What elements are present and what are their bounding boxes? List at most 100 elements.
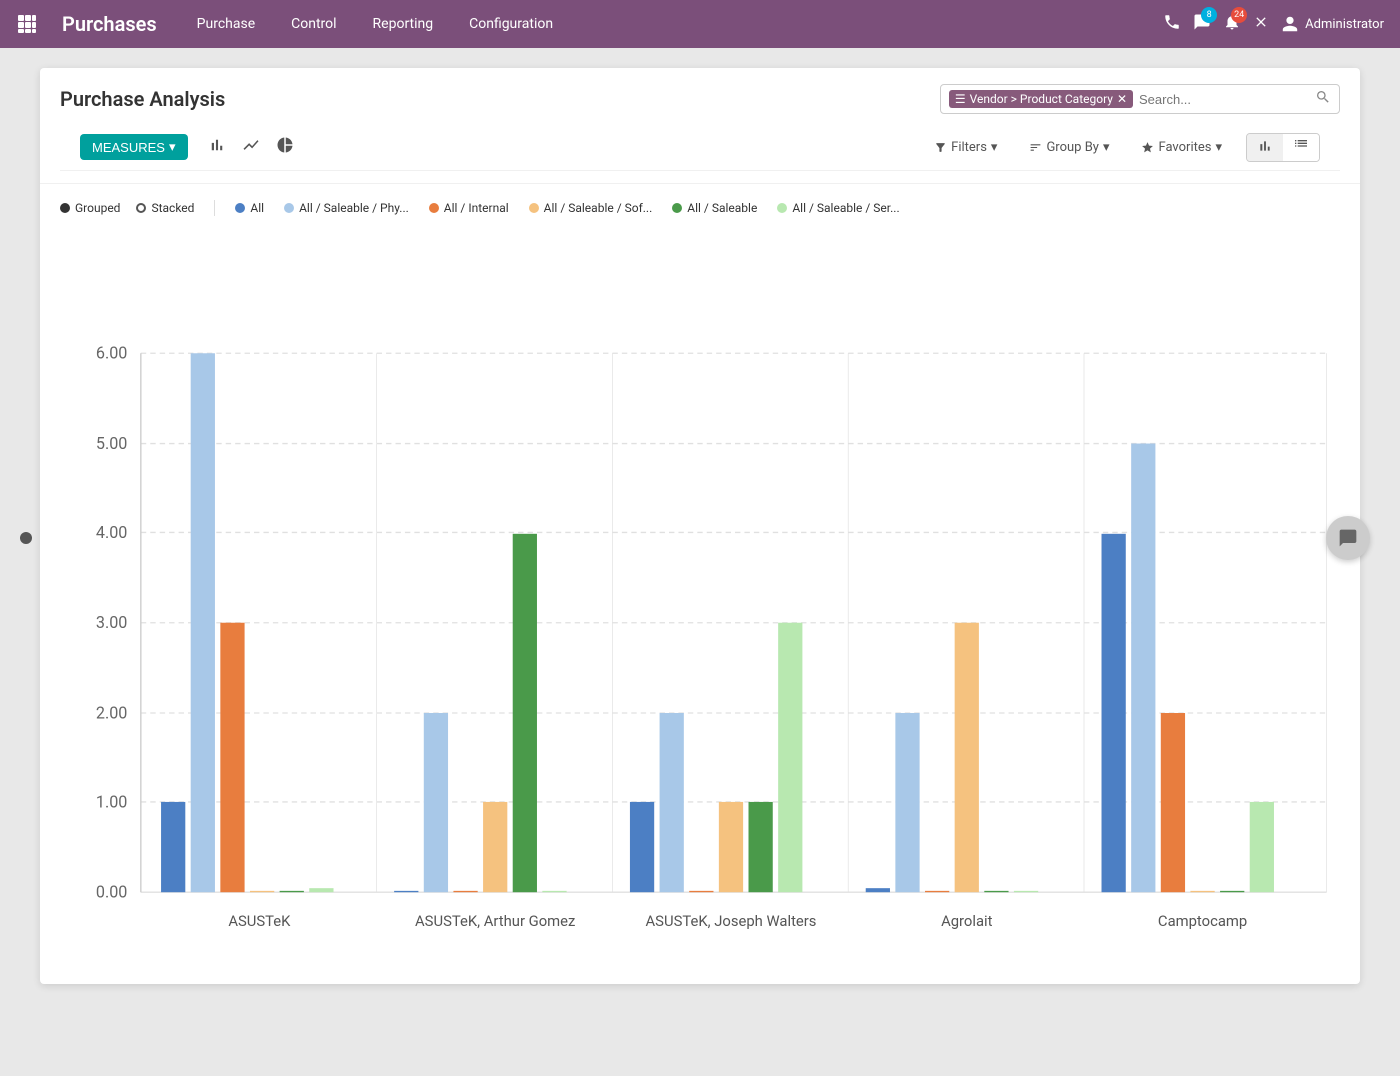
- chart-view-button[interactable]: [1247, 134, 1283, 161]
- legend-saleable-label: All / Saleable: [687, 201, 757, 215]
- bar[interactable]: [1190, 891, 1214, 892]
- bar[interactable]: [719, 802, 743, 892]
- legend-all-label: All: [250, 201, 264, 215]
- phone-icon[interactable]: [1163, 13, 1181, 36]
- bar[interactable]: [191, 353, 215, 892]
- legend-sof-label: All / Saleable / Sof...: [544, 201, 653, 215]
- user-label: Administrator: [1305, 17, 1384, 32]
- alert-icon[interactable]: 24: [1223, 13, 1241, 35]
- group-by-label: Group By: [1046, 140, 1099, 155]
- bar[interactable]: [513, 534, 537, 892]
- line-chart-icon[interactable]: [238, 132, 264, 162]
- measures-button[interactable]: MEASURES ▾: [80, 134, 188, 160]
- bar[interactable]: [309, 888, 333, 892]
- bar[interactable]: [630, 802, 654, 892]
- bar[interactable]: [778, 623, 802, 892]
- page-header: Purchase Analysis ☰ Vendor > Product Cat…: [40, 68, 1360, 184]
- bar[interactable]: [1161, 713, 1185, 892]
- legend-grouped[interactable]: Grouped: [60, 201, 120, 215]
- bar[interactable]: [250, 891, 274, 892]
- legend-all-dot: [235, 203, 245, 213]
- legend-internal-dot: [429, 203, 439, 213]
- bar-chart-icon[interactable]: [204, 132, 230, 162]
- search-filter-tag: ☰ Vendor > Product Category ✕: [949, 90, 1133, 108]
- legend-phy: All / Saleable / Phy...: [284, 201, 409, 215]
- search-submit-icon[interactable]: [1315, 89, 1331, 109]
- user-menu[interactable]: Administrator: [1281, 15, 1384, 33]
- app-title: Purchases: [62, 12, 157, 36]
- favorites-label: Favorites: [1158, 140, 1211, 155]
- list-view-button[interactable]: [1283, 134, 1319, 161]
- search-filter-close[interactable]: ✕: [1117, 92, 1127, 106]
- filters-button[interactable]: Filters ▾: [926, 136, 1005, 159]
- navbar-right: 8 24 Administrator: [1163, 13, 1384, 36]
- bar[interactable]: [749, 802, 773, 892]
- legend-stacked[interactable]: Stacked: [136, 201, 194, 215]
- legend-internal: All / Internal: [429, 201, 509, 215]
- svg-text:1.00: 1.00: [96, 792, 128, 811]
- nav-control[interactable]: Control: [283, 12, 344, 36]
- legend-saleable-dot: [672, 203, 682, 213]
- nav-reporting[interactable]: Reporting: [365, 12, 442, 36]
- bar[interactable]: [689, 891, 713, 892]
- pie-chart-icon[interactable]: [272, 132, 298, 162]
- bar[interactable]: [1220, 891, 1244, 892]
- page-header-top: Purchase Analysis ☰ Vendor > Product Cat…: [60, 84, 1340, 114]
- bar[interactable]: [925, 891, 949, 892]
- legend-saleable: All / Saleable: [672, 201, 757, 215]
- view-toggle: [1246, 133, 1320, 162]
- nav-purchase[interactable]: Purchase: [189, 12, 263, 36]
- legend-internal-label: All / Internal: [444, 201, 509, 215]
- bar[interactable]: [161, 802, 185, 892]
- chart-legend: Grouped Stacked All All / Saleable / Phy…: [60, 200, 1340, 216]
- legend-ser-dot: [777, 203, 787, 213]
- chat-icon[interactable]: 8: [1193, 13, 1211, 35]
- alert-badge: 24: [1231, 7, 1247, 23]
- bar[interactable]: [866, 888, 890, 892]
- search-input[interactable]: [1139, 92, 1315, 107]
- nav-configuration[interactable]: Configuration: [461, 12, 561, 36]
- bar[interactable]: [453, 891, 477, 892]
- legend-sof: All / Saleable / Sof...: [529, 201, 653, 215]
- svg-text:2.00: 2.00: [96, 703, 128, 722]
- close-icon[interactable]: [1253, 14, 1269, 34]
- chart-section: Grouped Stacked All All / Saleable / Phy…: [40, 184, 1360, 984]
- svg-text:Agrolait: Agrolait: [941, 912, 993, 930]
- bar[interactable]: [895, 713, 919, 892]
- search-filter-label: Vendor > Product Category: [970, 92, 1113, 106]
- bar[interactable]: [483, 802, 507, 892]
- svg-text:3.00: 3.00: [96, 613, 128, 632]
- side-dot: [20, 532, 32, 544]
- svg-text:ASUSTeK, Arthur Gomez: ASUSTeK, Arthur Gomez: [415, 912, 575, 930]
- bar[interactable]: [424, 713, 448, 892]
- navbar: Purchases Purchase Control Reporting Con…: [0, 0, 1400, 48]
- grouped-dot: [60, 203, 70, 213]
- toolbar: MEASURES ▾ Filters: [60, 124, 1340, 171]
- bar[interactable]: [1250, 802, 1274, 892]
- bar[interactable]: [1131, 444, 1155, 893]
- stacked-ring: [136, 203, 146, 213]
- bar[interactable]: [984, 891, 1008, 892]
- legend-phy-dot: [284, 203, 294, 213]
- bar[interactable]: [280, 891, 304, 892]
- group-by-button[interactable]: Group By ▾: [1021, 136, 1117, 159]
- bar[interactable]: [1014, 891, 1038, 892]
- favorites-button[interactable]: Favorites ▾: [1133, 136, 1230, 159]
- bar[interactable]: [955, 623, 979, 892]
- legend-ser: All / Saleable / Ser...: [777, 201, 899, 215]
- floating-action-button[interactable]: [1326, 516, 1370, 560]
- chart-type-icons: [204, 132, 298, 162]
- apps-menu-icon[interactable]: [16, 13, 38, 35]
- bar[interactable]: [542, 891, 566, 892]
- search-filter-icon: ☰: [955, 92, 966, 106]
- legend-mode: Grouped Stacked: [60, 201, 194, 215]
- bar[interactable]: [660, 713, 684, 892]
- bar[interactable]: [394, 891, 418, 892]
- bar-chart: 0.00 1.00 2.00 3.00 4.00 5.00 6.00: [60, 232, 1340, 960]
- bar[interactable]: [1102, 534, 1126, 892]
- bar[interactable]: [220, 623, 244, 892]
- legend-all: All: [235, 201, 264, 215]
- svg-text:6.00: 6.00: [96, 344, 128, 363]
- filters-label: Filters: [951, 140, 987, 155]
- grouped-label: Grouped: [75, 201, 120, 215]
